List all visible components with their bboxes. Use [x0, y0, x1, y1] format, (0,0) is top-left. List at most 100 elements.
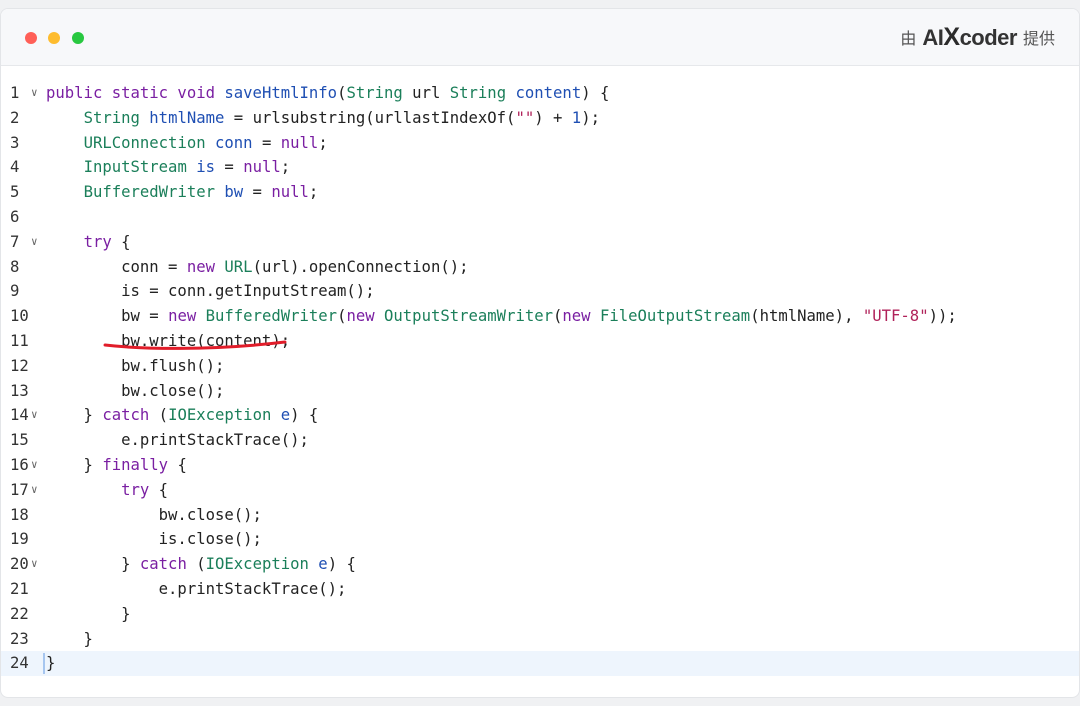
minimize-button[interactable]: [48, 32, 60, 44]
line-number: 15: [10, 431, 29, 450]
code-line[interactable]: 8 conn = new URL(url).openConnection();: [1, 255, 1079, 280]
code-line[interactable]: 24}: [1, 651, 1079, 677]
code-text: } catch (IOException e) {: [46, 403, 319, 428]
code-line[interactable]: 22 }: [1, 602, 1079, 627]
code-text: bw.close();: [46, 379, 224, 404]
code-token: bw: [224, 183, 244, 202]
code-text: URLConnection conn = null;: [46, 131, 328, 156]
code-token: =: [243, 183, 272, 202]
code-line[interactable]: 10 bw = new BufferedWriter(new OutputStr…: [1, 304, 1079, 329]
code-token: (htmlName),: [750, 307, 863, 326]
fold-chevron-icon[interactable]: ∨: [31, 403, 38, 428]
fold-chevron-icon[interactable]: ∨: [31, 552, 38, 577]
code-token: BufferedWriter: [205, 307, 338, 326]
code-editor[interactable]: 1 ∨ public static void saveHtmlInfo(String…: [1, 81, 1079, 677]
code-token: (: [553, 307, 563, 326]
code-text: public static void saveHtmlInfo(String u…: [46, 81, 609, 106]
line-number: 8: [10, 257, 20, 276]
code-token: {: [111, 232, 131, 251]
maximize-button[interactable]: [72, 32, 84, 44]
code-token: InputStream: [83, 158, 187, 177]
code-token: bw.close();: [46, 381, 225, 400]
code-text: String htmlName = urlsubstring(urllastIn…: [46, 106, 600, 131]
code-line[interactable]: 7 ∨ try {: [1, 230, 1079, 255]
code-token: ) {: [327, 555, 356, 574]
window-titlebar: 由 AI Xcoder 提供: [1, 9, 1079, 66]
code-text: e.printStackTrace();: [46, 577, 347, 602]
code-line[interactable]: 5 BufferedWriter bw = null;: [1, 180, 1079, 205]
fold-chevron-icon[interactable]: ∨: [31, 230, 38, 255]
code-token: =: [215, 158, 244, 177]
code-line[interactable]: 16 ∨ } finally {: [1, 453, 1079, 478]
code-line[interactable]: 12 bw.flush();: [1, 354, 1079, 379]
code-line[interactable]: 20 ∨ } catch (IOException e) {: [1, 552, 1079, 577]
code-text: } finally {: [46, 453, 187, 478]
code-token: =: [252, 133, 281, 152]
code-token: }: [46, 629, 93, 648]
fold-chevron-icon[interactable]: ∨: [31, 81, 38, 106]
code-line[interactable]: 15 e.printStackTrace();: [1, 428, 1079, 453]
fold-chevron-icon[interactable]: ∨: [31, 478, 38, 503]
code-token: (url).openConnection();: [252, 257, 469, 276]
code-line[interactable]: 13 bw.close();: [1, 379, 1079, 404]
code-line[interactable]: 9 is = conn.getInputStream();: [1, 279, 1079, 304]
line-number: 24: [10, 654, 29, 673]
code-token: e: [280, 406, 291, 425]
code-line[interactable]: 17 ∨ try {: [1, 478, 1079, 503]
code-text: is.close();: [46, 527, 262, 552]
code-text: }: [46, 627, 93, 652]
code-token: URLConnection: [83, 133, 206, 152]
code-token: = urlsubstring(urllastIndexOf(: [224, 108, 516, 127]
code-text: try {: [46, 478, 168, 503]
code-line[interactable]: 14 ∨ } catch (IOException e) {: [1, 403, 1079, 428]
close-button[interactable]: [25, 32, 37, 44]
brand-suffix: 提供: [1022, 29, 1055, 48]
code-text: BufferedWriter bw = null;: [46, 180, 319, 205]
code-token: e.printStackTrace();: [46, 431, 309, 450]
code-token: conn: [215, 133, 253, 152]
code-token: url: [402, 84, 450, 102]
code-token: null: [271, 183, 309, 202]
code-token: "UTF-8": [862, 307, 929, 326]
code-token: ) {: [290, 406, 319, 425]
line-number: 23: [10, 629, 29, 648]
code-token: conn =: [46, 257, 187, 276]
code-line[interactable]: 1 ∨ public static void saveHtmlInfo(String…: [1, 81, 1079, 106]
code-token: String: [449, 84, 507, 102]
code-token: catch: [139, 555, 187, 574]
code-token: public static void: [46, 84, 225, 102]
code-line[interactable]: 21 e.printStackTrace();: [1, 577, 1079, 602]
code-line[interactable]: 4 InputStream is = null;: [1, 155, 1079, 180]
code-token: bw.close();: [46, 505, 262, 524]
code-text: is = conn.getInputStream();: [46, 279, 375, 304]
code-token: try: [83, 232, 112, 251]
code-line[interactable]: 18 bw.close();: [1, 503, 1079, 528]
line-number: 9: [10, 282, 20, 301]
code-line[interactable]: 3 URLConnection conn = null;: [1, 131, 1079, 156]
code-text: try {: [46, 230, 131, 255]
code-line[interactable]: 6: [1, 205, 1079, 230]
line-number: 13: [10, 381, 29, 400]
code-text: e.printStackTrace();: [46, 428, 309, 453]
code-token: e: [318, 555, 328, 574]
brand-prefix: 由: [900, 29, 917, 48]
fold-chevron-icon[interactable]: ∨: [31, 453, 38, 478]
code-token: new: [186, 257, 215, 276]
code-text: }: [46, 602, 130, 627]
line-number: 12: [10, 356, 29, 375]
code-token: ));: [928, 307, 957, 326]
code-line[interactable]: 19 is.close();: [1, 527, 1079, 552]
code-line[interactable]: 2 String htmlName = urlsubstring(urllast…: [1, 106, 1079, 131]
code-line[interactable]: 23 }: [1, 627, 1079, 652]
code-text: bw.flush();: [46, 354, 224, 379]
code-token: "": [515, 108, 535, 127]
